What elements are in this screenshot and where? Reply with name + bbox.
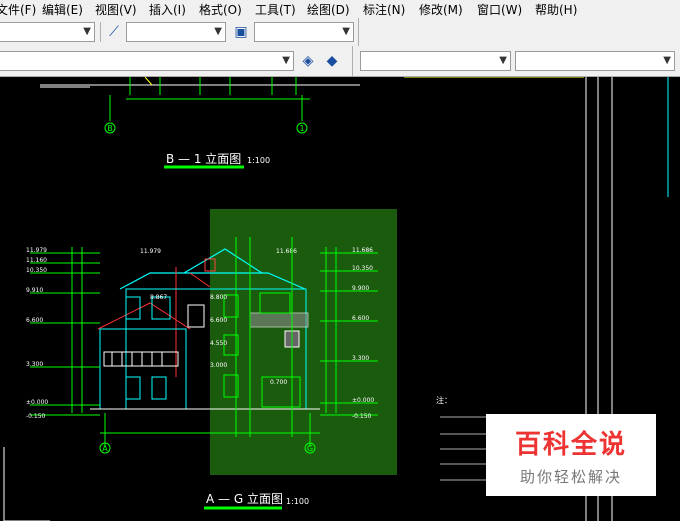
- layer-previous-icon[interactable]: ◆: [321, 50, 343, 72]
- level-label: 0.700: [270, 379, 287, 386]
- elevation-label: 11.979: [26, 247, 47, 254]
- top-elevation-fragment: [40, 77, 360, 121]
- elevation-label: -0.150: [26, 413, 46, 420]
- menu-view[interactable]: 视图(V): [95, 1, 137, 18]
- elevation-label: 11.160: [26, 257, 47, 264]
- level-label: 8.800: [210, 294, 227, 301]
- level-label: 8.867: [150, 294, 167, 301]
- menu-modify[interactable]: 修改(M): [419, 1, 463, 18]
- standard-toolbar: ▼ ⟋ ▼ ▣ ▼: [0, 18, 680, 47]
- menu-help[interactable]: 帮助(H): [535, 1, 577, 18]
- chevron-down-icon: ▼: [83, 26, 91, 37]
- chevron-down-icon: ▼: [342, 26, 350, 37]
- menu-insert[interactable]: 插入(I): [149, 1, 186, 18]
- elevation-label: 9.900: [352, 285, 369, 292]
- level-label: 11.979: [140, 248, 161, 255]
- top-title-scale: 1:100: [247, 156, 270, 165]
- menu-tools[interactable]: 工具(T): [255, 1, 296, 18]
- menu-dimension[interactable]: 标注(N): [363, 1, 405, 18]
- menu-draw[interactable]: 绘图(D): [307, 1, 350, 18]
- chevron-down-icon: ▼: [282, 55, 290, 66]
- menu-format[interactable]: 格式(O): [199, 1, 242, 18]
- dim-style-icon[interactable]: ⟋: [103, 21, 125, 43]
- notes-lines: [440, 416, 486, 481]
- axis-label: 1: [299, 124, 304, 133]
- chevron-down-icon: ▼: [499, 55, 507, 66]
- axis-label: G: [307, 444, 313, 453]
- level-label: 4.550: [210, 340, 227, 347]
- layer-combo[interactable]: ▼: [0, 51, 294, 71]
- top-elevation-title: B — 1 立面图: [166, 151, 241, 166]
- chevron-down-icon: ▼: [214, 26, 222, 37]
- elevation-label: 9.910: [26, 287, 43, 294]
- drawing-canvas[interactable]: B 1 B — 1 立面图 1:100 11.979 11.160 10.350…: [0, 77, 680, 521]
- menu-bar: 文件(F) 编辑(E) 视图(V) 插入(I) 格式(O) 工具(T) 绘图(D…: [0, 0, 680, 18]
- axis-label: B: [107, 124, 113, 133]
- layer-properties-icon[interactable]: ◈: [297, 50, 319, 72]
- menu-edit[interactable]: 编辑(E): [42, 1, 83, 18]
- linetype-combo[interactable]: ▼: [515, 51, 675, 71]
- elevation-label: -0.150: [352, 413, 372, 420]
- elevation-label: ±0.000: [352, 397, 374, 404]
- elevation-label: 10.350: [352, 265, 373, 272]
- watermark-subtitle: 助你轻松解决: [519, 468, 622, 486]
- watermark-badge: 百科全说 助你轻松解决: [486, 414, 656, 496]
- toolbar-separator: [352, 46, 353, 76]
- elevation-label: 11.686: [352, 247, 373, 254]
- table-style-icon[interactable]: ▣: [230, 21, 252, 43]
- layers-toolbar: ▼ ◈ ◆ ▼ ▼: [0, 46, 680, 77]
- chevron-down-icon: ▼: [663, 55, 671, 66]
- text-style-combo[interactable]: ▼: [0, 22, 95, 42]
- level-label: 6.600: [210, 317, 227, 324]
- elevation-label: 3.300: [352, 355, 369, 362]
- toolbar-separator: [100, 22, 101, 42]
- elevation-label: ±0.000: [26, 399, 48, 406]
- elevation-label: 6.600: [26, 317, 43, 324]
- axis-label: A: [102, 444, 108, 453]
- watermark-title: 百科全说: [514, 430, 627, 460]
- color-combo[interactable]: ▼: [360, 51, 511, 71]
- toolbar-separator: [358, 18, 359, 46]
- bottom-elevation-title: A — G 立面图: [206, 491, 283, 506]
- notes-header: 注：: [436, 395, 452, 405]
- elevation-label: 10.350: [26, 267, 47, 274]
- menu-file[interactable]: 文件(F): [0, 1, 36, 18]
- dim-style-combo[interactable]: ▼: [126, 22, 226, 42]
- bottom-title-scale: 1:100: [286, 497, 309, 506]
- elevation-label: 6.600: [352, 315, 369, 322]
- menu-window[interactable]: 窗口(W): [477, 1, 522, 18]
- level-label: 11.686: [276, 248, 297, 255]
- level-label: 3.000: [210, 362, 227, 369]
- elevation-label: 3.300: [26, 361, 43, 368]
- table-style-combo[interactable]: ▼: [254, 22, 354, 42]
